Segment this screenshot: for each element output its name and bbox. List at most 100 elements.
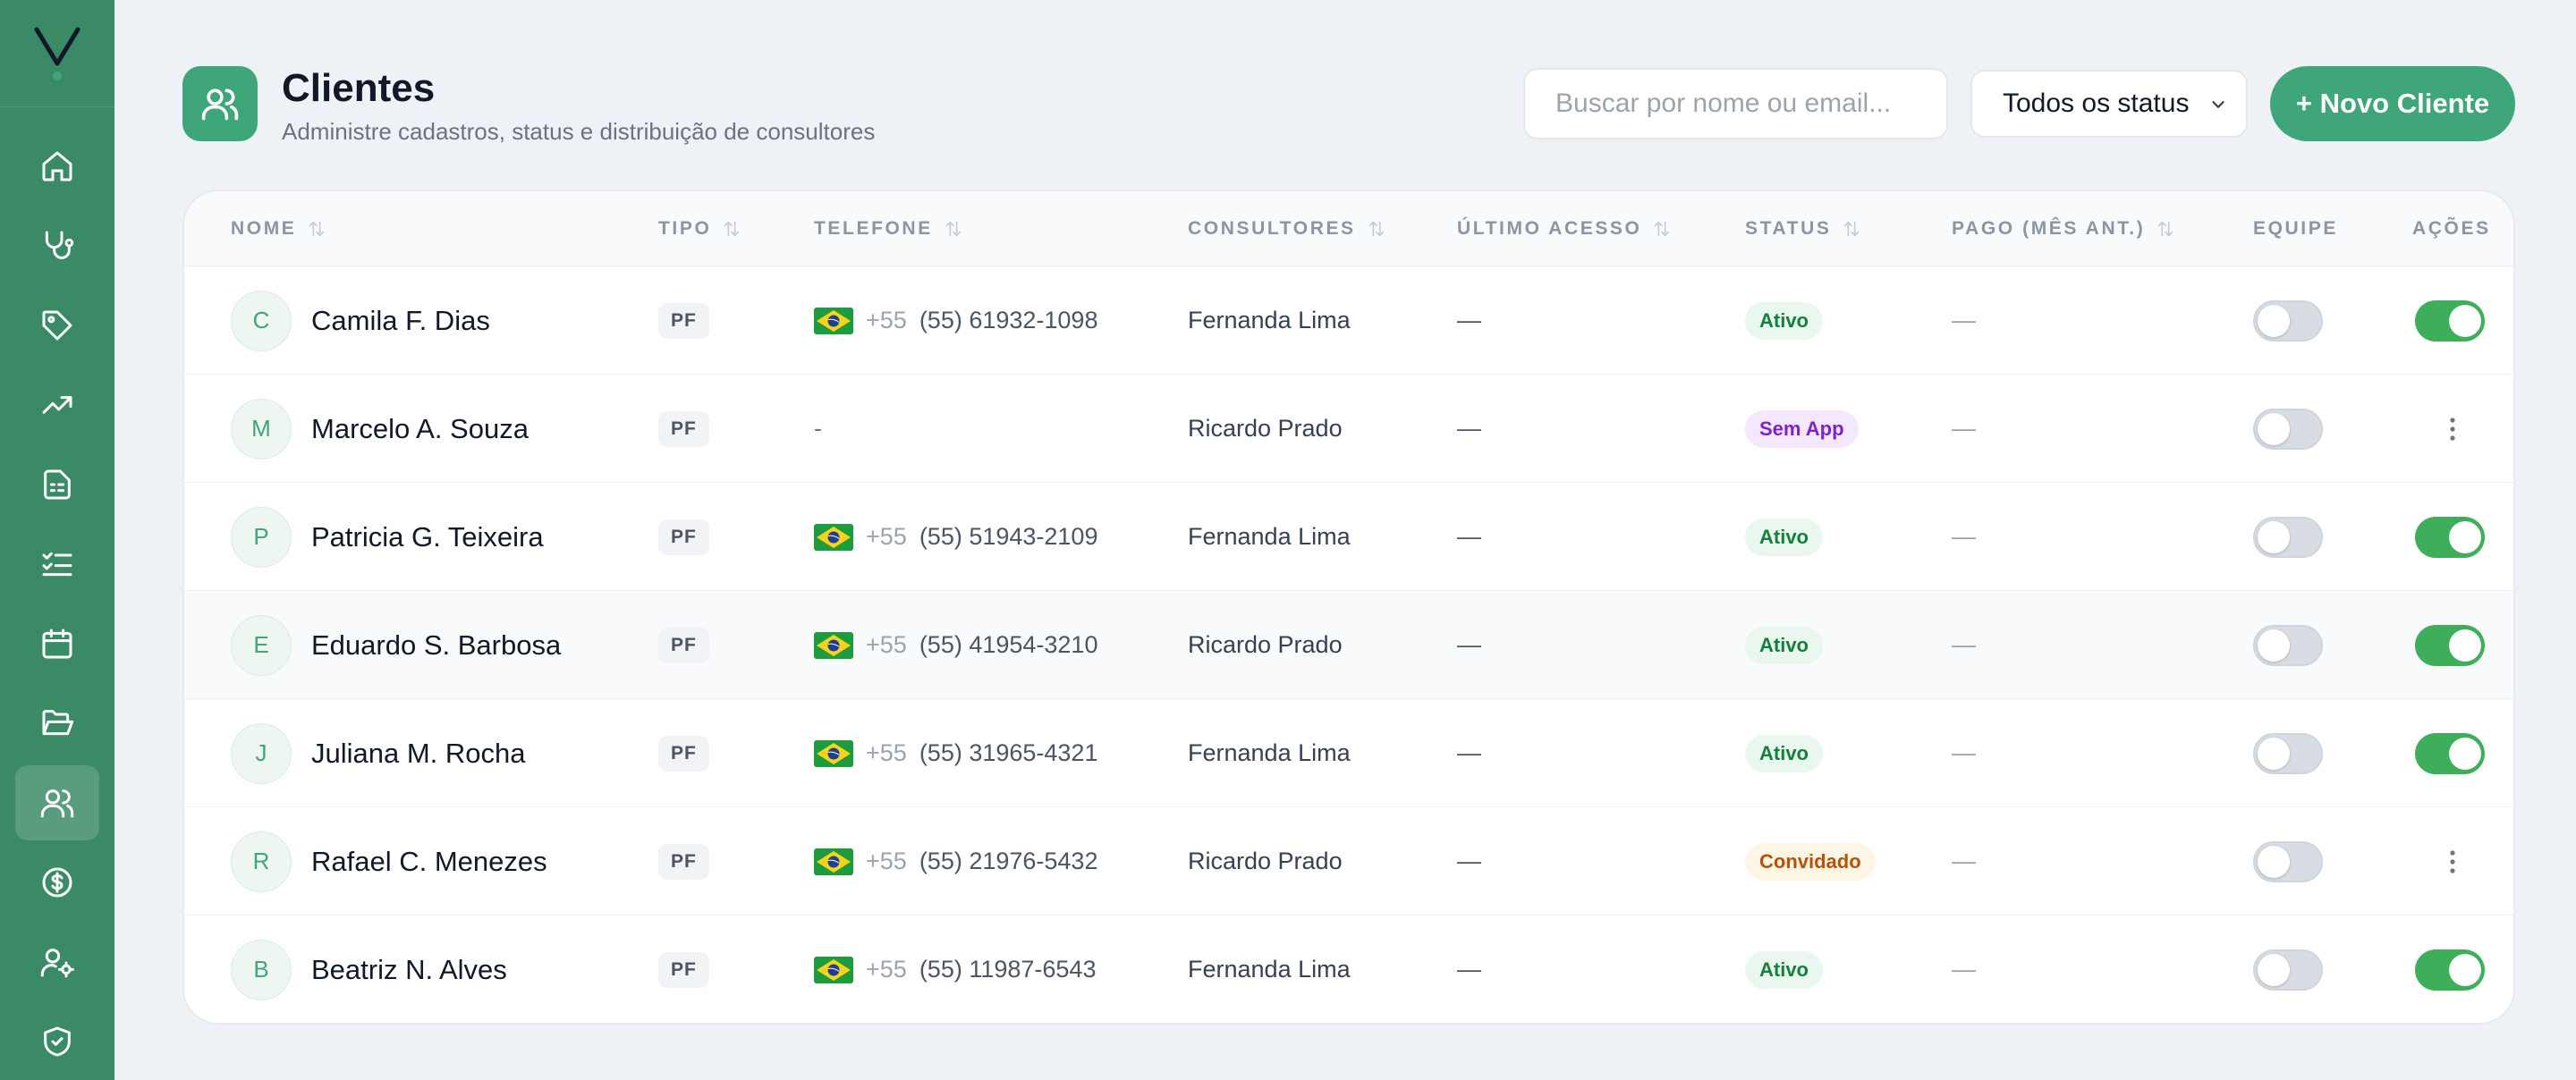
team-toggle[interactable] bbox=[2253, 516, 2323, 558]
new-client-button[interactable]: + Novo Cliente bbox=[2270, 66, 2515, 141]
home-icon bbox=[42, 151, 72, 181]
brazil-flag-icon bbox=[814, 956, 853, 983]
phone-prefix: +55 bbox=[866, 956, 907, 983]
sort-icon bbox=[2158, 221, 2174, 237]
table-row[interactable]: R Rafael C. Menezes PF +55 (55) 21976-5432 Ri… bbox=[184, 807, 2513, 915]
toggle-knob bbox=[2449, 629, 2481, 662]
cell-nome: R Rafael C. Menezes bbox=[231, 807, 547, 915]
status-badge: Ativo bbox=[1745, 626, 1823, 664]
dollar-circle-icon bbox=[42, 867, 72, 898]
client-name[interactable]: Patricia G. Teixeira bbox=[311, 521, 544, 553]
phone-number: (55) 21976-5432 bbox=[919, 848, 1098, 874]
active-toggle[interactable] bbox=[2415, 300, 2485, 342]
column-header-status[interactable]: STATUS bbox=[1745, 191, 1861, 266]
brazil-flag-icon bbox=[814, 739, 853, 767]
type-badge: PF bbox=[658, 735, 709, 772]
table-row[interactable]: C Camila F. Dias PF +55 (55) 61932-1098 Ferna… bbox=[184, 266, 2513, 375]
column-header-consultores[interactable]: CONSULTORES bbox=[1188, 191, 1386, 266]
status-badge: Ativo bbox=[1745, 518, 1823, 556]
client-name[interactable]: Marcelo A. Souza bbox=[311, 413, 529, 445]
brazil-flag-icon bbox=[814, 307, 853, 334]
spreadsheet-icon bbox=[44, 469, 71, 500]
sidebar-item-tasks[interactable] bbox=[15, 527, 99, 602]
sidebar-item-tags[interactable] bbox=[15, 288, 99, 363]
brazil-flag-icon bbox=[814, 523, 853, 551]
cell-pago: — bbox=[1952, 375, 1976, 483]
shield-check-icon bbox=[44, 1026, 71, 1057]
sort-icon bbox=[309, 221, 325, 237]
more-actions-button[interactable] bbox=[2435, 411, 2470, 447]
column-header-nome[interactable]: NOME bbox=[231, 191, 326, 266]
status-badge: Sem App bbox=[1745, 409, 1859, 448]
active-toggle[interactable] bbox=[2415, 516, 2485, 558]
column-label: CONSULTORES bbox=[1188, 218, 1356, 239]
cell-telefone: - bbox=[814, 375, 822, 483]
column-header-ultimo-acesso[interactable]: ÚLTIMO ACESSO bbox=[1457, 191, 1672, 266]
consultant-name: Fernanda Lima bbox=[1188, 307, 1351, 333]
client-name[interactable]: Camila F. Dias bbox=[311, 305, 490, 337]
sort-icon bbox=[1655, 221, 1670, 237]
status-filter-select[interactable]: Todos os status bbox=[1970, 70, 2248, 138]
table-row[interactable]: E Eduardo S. Barbosa PF +55 (55) 41954-3210 R… bbox=[184, 591, 2513, 699]
sidebar-item-home[interactable] bbox=[15, 129, 99, 204]
cell-status: Ativo bbox=[1745, 591, 1823, 699]
cell-equipe bbox=[2253, 483, 2323, 591]
column-header-tipo[interactable]: TIPO bbox=[658, 191, 741, 266]
cell-consultores: Fernanda Lima bbox=[1188, 915, 1351, 1023]
status-badge: Ativo bbox=[1745, 301, 1823, 340]
table-row[interactable]: B Beatriz N. Alves PF +55 (55) 11987-6543 Fer… bbox=[184, 915, 2513, 1023]
team-toggle[interactable] bbox=[2253, 732, 2323, 774]
table-row[interactable]: J Juliana M. Rocha PF +55 (55) 31965-4321 Fer… bbox=[184, 699, 2513, 807]
table-row[interactable]: M Marcelo A. Souza PF - Ricardo Prado — Sem Ap… bbox=[184, 375, 2513, 483]
type-badge: PF bbox=[658, 627, 709, 663]
team-toggle[interactable] bbox=[2253, 300, 2323, 342]
column-header-pago[interactable]: PAGO (MÊS ANT.) bbox=[1952, 191, 2175, 266]
team-toggle[interactable] bbox=[2253, 624, 2323, 666]
column-header-acoes: AÇÕES bbox=[2412, 191, 2491, 266]
client-name[interactable]: Juliana M. Rocha bbox=[311, 738, 526, 770]
sidebar-item-health[interactable] bbox=[15, 208, 99, 283]
cell-nome: B Beatriz N. Alves bbox=[231, 915, 507, 1023]
type-badge: PF bbox=[658, 410, 709, 447]
type-badge: PF bbox=[658, 519, 709, 555]
avatar: P bbox=[231, 506, 292, 568]
cell-equipe bbox=[2253, 915, 2323, 1023]
search-input[interactable] bbox=[1523, 68, 1948, 139]
column-label: TIPO bbox=[658, 218, 712, 239]
table-header: NOME TIPO TELEFONE CONSULTORES ÚLTIMO AC… bbox=[184, 191, 2513, 266]
sidebar-item-clients[interactable] bbox=[15, 765, 99, 840]
sidebar bbox=[0, 0, 114, 1080]
user-settings-icon bbox=[40, 949, 74, 978]
team-toggle[interactable] bbox=[2253, 949, 2323, 991]
client-name[interactable]: Rafael C. Menezes bbox=[311, 846, 547, 878]
table-row[interactable]: P Patricia G. Teixeira PF +55 (55) 51943-210… bbox=[184, 483, 2513, 591]
column-label: ÚLTIMO ACESSO bbox=[1457, 218, 1642, 239]
team-toggle[interactable] bbox=[2253, 408, 2323, 450]
users-icon bbox=[201, 89, 239, 121]
client-name[interactable]: Beatriz N. Alves bbox=[311, 954, 507, 986]
consultant-name: Ricardo Prado bbox=[1188, 848, 1343, 874]
sidebar-item-files[interactable] bbox=[15, 686, 99, 761]
active-toggle[interactable] bbox=[2415, 732, 2485, 774]
sidebar-item-reports[interactable] bbox=[15, 447, 99, 522]
more-actions-button[interactable] bbox=[2435, 844, 2470, 880]
sidebar-item-finance[interactable] bbox=[15, 845, 99, 920]
sort-icon bbox=[945, 221, 961, 237]
client-name[interactable]: Eduardo S. Barbosa bbox=[311, 629, 561, 662]
page-icon bbox=[182, 66, 258, 141]
sidebar-item-user-settings[interactable] bbox=[15, 924, 99, 1000]
active-toggle[interactable] bbox=[2415, 949, 2485, 991]
sidebar-item-analytics[interactable] bbox=[15, 367, 99, 443]
sidebar-item-security[interactable] bbox=[15, 1004, 99, 1079]
logo[interactable] bbox=[0, 0, 114, 107]
type-badge: PF bbox=[658, 843, 709, 880]
consultant-name: Fernanda Lima bbox=[1188, 523, 1351, 550]
toggle-knob bbox=[2258, 737, 2290, 770]
sidebar-item-calendar[interactable] bbox=[15, 606, 99, 681]
team-toggle[interactable] bbox=[2253, 840, 2323, 882]
active-toggle[interactable] bbox=[2415, 624, 2485, 666]
phone-number: (55) 51943-2109 bbox=[919, 523, 1098, 550]
cell-equipe bbox=[2253, 266, 2323, 375]
column-header-telefone[interactable]: TELEFONE bbox=[814, 191, 963, 266]
paid-value: — bbox=[1952, 848, 1976, 874]
